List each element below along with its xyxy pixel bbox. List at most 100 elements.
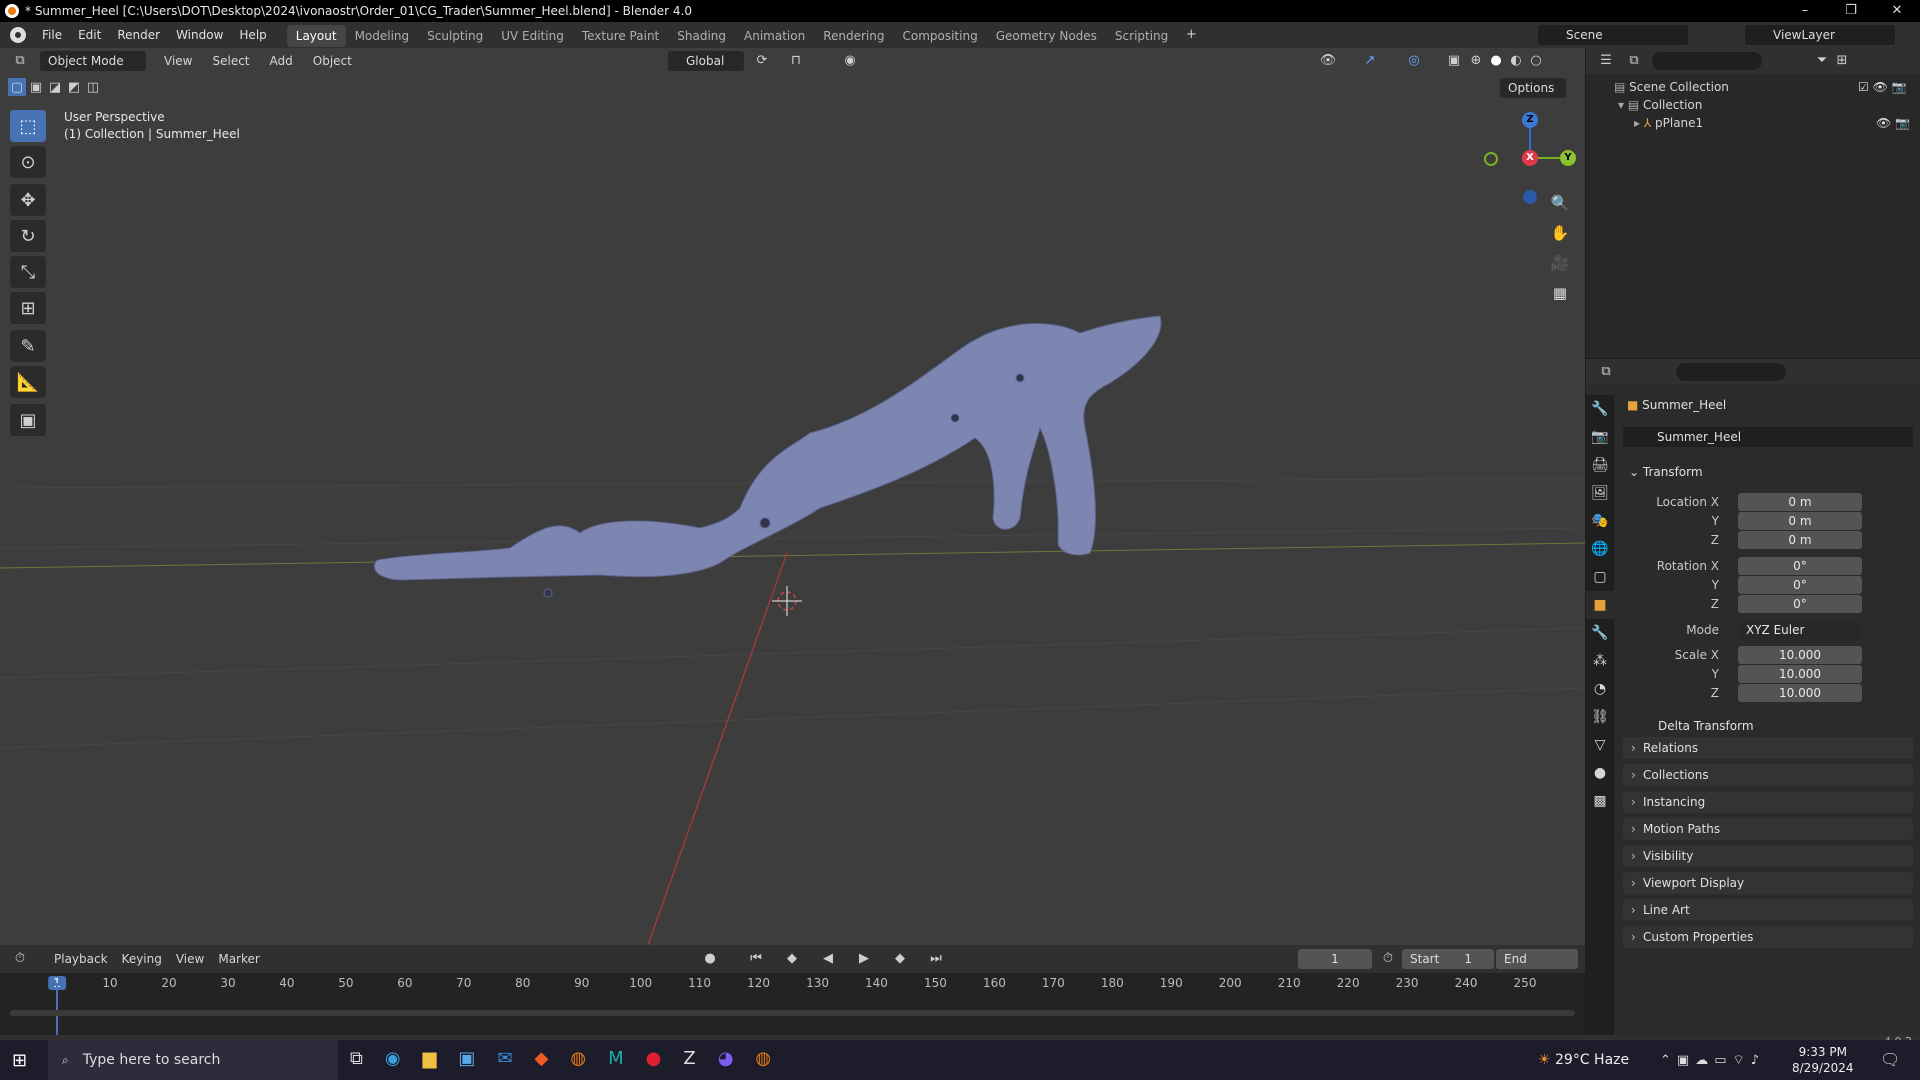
data-tab-icon[interactable]: ▽ — [1586, 731, 1614, 759]
scale-z-field[interactable]: 10.000 — [1738, 684, 1862, 702]
properties-editor-icon[interactable]: ⧉ — [1596, 362, 1616, 382]
add-cube-tool-icon[interactable]: ▣ — [10, 404, 46, 436]
rotation-mode-dropdown[interactable]: XYZ Euler — [1738, 621, 1862, 639]
volume-icon[interactable]: ♪ — [1751, 1053, 1765, 1068]
tab-sculpting[interactable]: Sculpting — [418, 25, 492, 47]
timeline-menu-view[interactable]: View — [176, 952, 204, 966]
gizmo-neg-y[interactable] — [1484, 152, 1498, 166]
timeline-menu-playback[interactable]: Playback — [54, 952, 108, 966]
section-collections[interactable]: Collections — [1623, 764, 1913, 786]
new-collection-icon[interactable]: ⊞ — [1832, 51, 1852, 71]
rotation-z-field[interactable]: 0° — [1738, 595, 1862, 613]
section-visibility[interactable]: Visibility — [1623, 845, 1913, 867]
weather-widget[interactable]: ☀ 29°C Haze — [1538, 1052, 1629, 1068]
collection-checkbox-icon[interactable]: ☑ — [1858, 80, 1869, 94]
section-line-art[interactable]: Line Art — [1623, 899, 1913, 921]
gizmo-z-axis[interactable]: Z — [1522, 112, 1538, 128]
timeline-menu-marker[interactable]: Marker — [218, 952, 259, 966]
collection-visibility-icon[interactable]: 👁 — [1873, 80, 1888, 94]
zoom-icon[interactable]: 🔍 — [1547, 190, 1573, 216]
scale-tool-icon[interactable]: ⤡ — [10, 256, 46, 288]
prev-keyframe-icon[interactable]: ◆ — [782, 949, 802, 969]
visibility-icon[interactable]: 👁 — [1318, 51, 1338, 71]
tab-layout[interactable]: Layout — [286, 25, 346, 47]
frame-ruler[interactable]: 1102030405060708090100110120130140150160… — [0, 973, 1585, 993]
output-tab-icon[interactable]: 🖨 — [1586, 451, 1614, 479]
tab-geometry-nodes[interactable]: Geometry Nodes — [987, 25, 1106, 47]
location-x-field[interactable]: 0 m — [1738, 493, 1862, 511]
start-frame-field[interactable]: Start 1 — [1402, 949, 1494, 969]
clock[interactable]: 9:33 PM 8/29/2024 — [1792, 1044, 1854, 1076]
select-new-icon[interactable]: ▢ — [8, 78, 26, 96]
close-window-button[interactable]: ✕ — [1874, 0, 1920, 22]
view-layer-selector[interactable]: ViewLayer — [1745, 25, 1895, 45]
maya-app-icon[interactable]: M — [608, 1048, 624, 1069]
section-custom-properties[interactable]: Custom Properties — [1623, 926, 1913, 948]
tab-texture-paint[interactable]: Texture Paint — [573, 25, 668, 47]
constraints-tab-icon[interactable]: ⛓ — [1586, 703, 1614, 731]
gizmo-neg-z[interactable] — [1523, 190, 1537, 204]
end-frame-field[interactable]: End250 — [1496, 949, 1578, 986]
battery-icon[interactable]: ▭ — [1714, 1053, 1732, 1068]
next-keyframe-icon[interactable]: ◆ — [890, 949, 910, 969]
tab-modeling[interactable]: Modeling — [346, 25, 419, 47]
proportional-edit-icon[interactable]: ◉ — [840, 51, 860, 71]
timeline-menu-keying[interactable]: Keying — [122, 952, 162, 966]
notification-icon[interactable]: 🗨 — [1880, 1050, 1900, 1069]
outliner-scene-collection[interactable]: ▤ Scene Collection — [1614, 78, 1729, 96]
transform-tool-icon[interactable]: ⊞ — [10, 292, 46, 324]
section-viewport-display[interactable]: Viewport Display — [1623, 872, 1913, 894]
viewport-menu-add[interactable]: Add — [270, 54, 293, 68]
measure-tool-icon[interactable]: 📐 — [10, 366, 46, 398]
timeline-editor-icon[interactable]: ⏱ — [10, 949, 30, 969]
tab-scripting[interactable]: Scripting — [1106, 25, 1177, 47]
rotate-tool-icon[interactable]: ↻ — [10, 220, 46, 252]
red-app-icon[interactable]: ● — [646, 1048, 662, 1069]
viewport-menu-select[interactable]: Select — [212, 54, 249, 68]
ortho-grid-icon[interactable]: ▦ — [1547, 280, 1573, 306]
overlays-icon[interactable]: ◎ — [1404, 51, 1424, 71]
file-explorer-icon[interactable]: ▆ — [423, 1048, 437, 1069]
menu-edit[interactable]: Edit — [70, 28, 109, 42]
viewport-menu-object[interactable]: Object — [313, 54, 352, 68]
meet-icon[interactable]: ▣ — [1677, 1053, 1695, 1068]
tab-shading[interactable]: Shading — [668, 25, 735, 47]
pan-hand-icon[interactable]: ✋ — [1547, 220, 1573, 246]
location-z-field[interactable]: 0 m — [1738, 531, 1862, 549]
outliner-search-input[interactable] — [1652, 52, 1762, 70]
blender-active-icon[interactable]: ◍ — [755, 1048, 771, 1069]
scale-x-field[interactable]: 10.000 — [1738, 646, 1862, 664]
move-tool-icon[interactable]: ✥ — [10, 184, 46, 216]
options-button[interactable]: Options — [1500, 78, 1566, 98]
outliner-collection[interactable]: ▾ ▤ Collection — [1618, 96, 1729, 114]
object-visibility-icon[interactable]: 👁 — [1876, 116, 1891, 130]
taskbar-search-box[interactable]: ⌕ Type here to search — [48, 1040, 338, 1080]
select-extend-icon[interactable]: ▣ — [27, 78, 45, 96]
cursor-tool-icon[interactable]: ⊙ — [10, 146, 46, 178]
minimize-button[interactable]: – — [1782, 0, 1828, 22]
gizmo-toggle-icon[interactable]: ↗ — [1360, 51, 1380, 71]
tray-chevron-icon[interactable]: ⌃ — [1660, 1053, 1677, 1068]
play-icon[interactable]: ▶ — [854, 949, 874, 969]
snap-icon[interactable]: ⊓ — [786, 51, 806, 71]
properties-search-input[interactable] — [1676, 363, 1786, 381]
display-mode-icon[interactable]: ⧉ — [1624, 51, 1644, 71]
section-relations[interactable]: Relations — [1623, 737, 1913, 759]
rendered-shading-icon[interactable]: ○ — [1526, 51, 1546, 71]
solid-shading-icon[interactable]: ● — [1486, 51, 1506, 71]
rotation-y-field[interactable]: 0° — [1738, 576, 1862, 594]
scale-y-field[interactable]: 10.000 — [1738, 665, 1862, 683]
menu-help[interactable]: Help — [231, 28, 274, 42]
material-tab-icon[interactable]: ● — [1586, 759, 1614, 787]
record-icon[interactable]: ● — [700, 949, 720, 969]
object-name-field[interactable]: Summer_Heel — [1623, 427, 1913, 447]
delta-transform-section[interactable]: Delta Transform — [1640, 715, 1754, 737]
mode-dropdown[interactable]: Object Mode — [40, 51, 146, 71]
brave-browser-icon[interactable]: ◆ — [535, 1048, 549, 1069]
blender-menu-icon[interactable] — [10, 27, 26, 43]
current-frame-field[interactable]: 1 — [1298, 949, 1372, 969]
section-instancing[interactable]: Instancing — [1623, 791, 1913, 813]
select-invert-icon[interactable]: ◩ — [65, 78, 83, 96]
texture-tab-icon[interactable]: ▩ — [1586, 787, 1614, 815]
task-view-icon[interactable]: ⧉ — [350, 1048, 363, 1069]
